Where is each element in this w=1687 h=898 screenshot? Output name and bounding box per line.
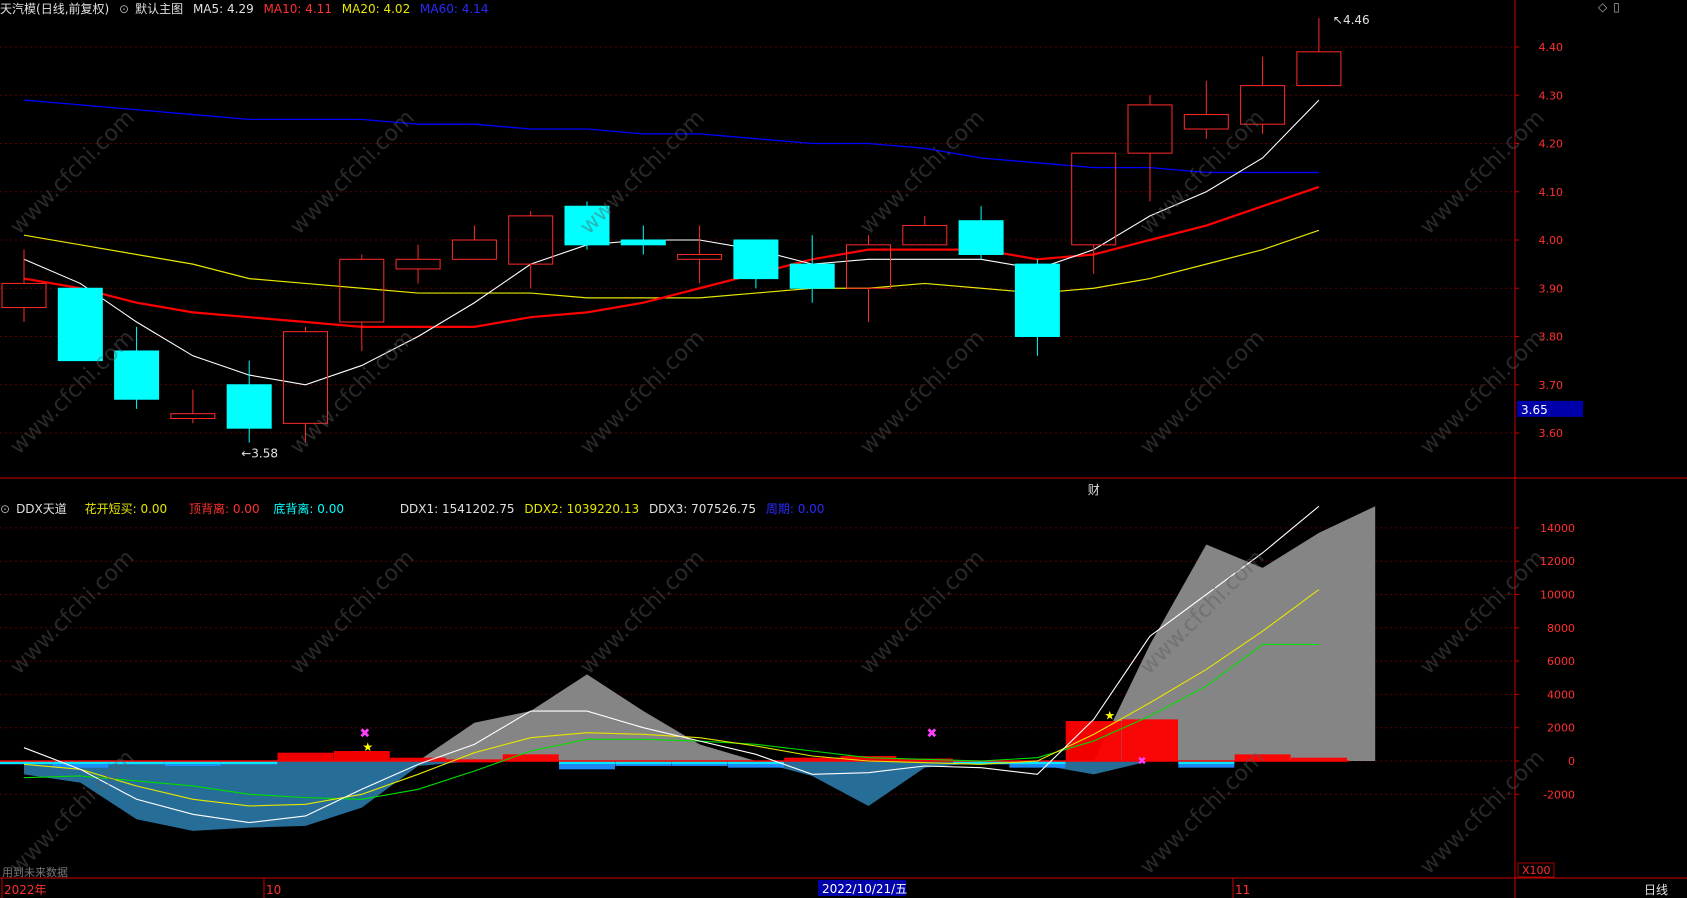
candle-body-up[interactable] <box>902 225 948 246</box>
buy-star-marker: ★ <box>362 740 373 754</box>
ddx2-label: DDX2: 1039220.13 <box>524 502 640 516</box>
candle-body-up[interactable] <box>1240 85 1286 125</box>
candle-body-up[interactable] <box>395 258 441 270</box>
price-tick-label: 4.30 <box>1539 89 1564 102</box>
hk-label: 花开短买: 0.00 <box>84 502 168 516</box>
candle-body-down[interactable] <box>733 239 779 280</box>
candle-body-up[interactable] <box>170 413 216 420</box>
other-label: 周期: 0.00 <box>765 502 825 516</box>
buy-star-marker: ★ <box>1104 708 1115 722</box>
divergence-marker: ✖ <box>926 727 937 742</box>
ddx-tick-label: 14000 <box>1540 522 1575 535</box>
ddx-toggle-icon[interactable]: ⊙ <box>0 502 10 516</box>
future-data-label: 用到未来数据 <box>2 865 68 879</box>
indicator-toggle-icon[interactable]: ⊙ <box>119 2 129 16</box>
candle-body-up[interactable] <box>339 258 385 323</box>
stock-name: 天汽模 <box>0 2 37 16</box>
ma60-label: MA60: 4.14 <box>420 2 489 16</box>
candle-body-down[interactable] <box>226 384 272 429</box>
candle-body-up[interactable] <box>677 253 723 260</box>
x-label-year: 2022年 <box>4 883 47 897</box>
candle-body-down[interactable] <box>114 350 160 400</box>
diamond-icon[interactable]: ◇ <box>1598 0 1607 14</box>
ddx-tick-label: 12000 <box>1540 555 1575 568</box>
ddx-bar <box>1122 719 1178 761</box>
low-price-marker: ←3.58 <box>241 447 278 461</box>
candle-body-up[interactable] <box>1296 51 1342 87</box>
candle-body-up[interactable] <box>1 282 47 309</box>
candle-body-down[interactable] <box>789 263 835 289</box>
ddx-negative-area <box>24 761 1376 831</box>
restore-icon[interactable]: ▯ <box>1613 0 1620 14</box>
finance-marker: 财 <box>1088 483 1100 497</box>
ma10-line <box>23 185 1320 328</box>
window-controls: ◇ ▯ <box>1598 0 1626 14</box>
candle-body-up[interactable] <box>1127 104 1173 154</box>
current-price-label: 3.65 <box>1521 403 1548 417</box>
price-tick-label: 3.90 <box>1539 282 1564 295</box>
price-tick-label: 3.80 <box>1539 331 1564 344</box>
price-tick-label: 4.20 <box>1539 138 1564 151</box>
ddx-tick-label: 2000 <box>1547 722 1575 735</box>
stock-chart[interactable]: 4.40 4.30 4.20 4.10 4.00 3.90 3.80 3.70 3.60 1400… <box>0 0 1687 898</box>
price-tick-label: 3.60 <box>1539 427 1564 440</box>
candle-body-down[interactable] <box>958 220 1004 255</box>
ddx1-label: DDX1: 1541202.75 <box>399 502 515 516</box>
price-tick-label: 4.00 <box>1539 234 1564 247</box>
ddx-tick-label: 0 <box>1568 755 1575 768</box>
ddx3-label: DDX3: 707526.75 <box>648 502 757 516</box>
period-label: (日线,前复权) <box>36 2 110 16</box>
ddx-bar <box>1234 754 1291 761</box>
high-price-marker: ↖4.46 <box>1333 13 1370 27</box>
ddx-tick-label: 8000 <box>1547 622 1575 635</box>
x-label-nov: 11 <box>1235 883 1250 897</box>
price-tick-label: 4.10 <box>1539 186 1564 199</box>
candle-body-up[interactable] <box>1183 114 1229 130</box>
candle-body-down[interactable] <box>57 287 103 362</box>
candle-body-up[interactable] <box>451 239 497 260</box>
main-chart-header: 天汽模(日线,前复权) ⊙ 默认主图 MA5: 4.29 MA10: 4.11 M… <box>0 0 494 17</box>
ma5-line <box>23 99 1320 386</box>
candle-body-down[interactable] <box>1014 263 1060 337</box>
price-tick-label: 3.70 <box>1539 379 1564 392</box>
ddx-tick-label: 6000 <box>1547 655 1575 668</box>
ddx-bar <box>277 752 334 761</box>
candle-body-down[interactable] <box>564 205 610 246</box>
scale-label: X100 <box>1522 864 1551 877</box>
candle-body-up[interactable] <box>283 331 328 424</box>
divergence-marker: ✖ <box>1137 754 1146 767</box>
ma60-line <box>23 99 1319 174</box>
ma5-label: MA5: 4.29 <box>192 2 254 16</box>
ddx-indicator-name[interactable]: DDX天道 <box>16 502 67 516</box>
x-label-date: 2022/10/21/五 <box>822 882 907 896</box>
top-divergence-label: 顶背离: 0.00 <box>189 502 260 516</box>
ddx-tick-label: 10000 <box>1540 589 1575 602</box>
candle-body-down[interactable] <box>620 239 666 246</box>
indicator-name[interactable]: 默认主图 <box>135 2 183 16</box>
ddx-header: ⊙ DDX天道 花开短买: 0.00 顶背离: 0.00 底背离: 0.00 DD… <box>0 500 830 517</box>
x-label-oct: 10 <box>266 883 281 897</box>
bottom-divergence-label: 底背离: 0.00 <box>273 502 344 516</box>
ma20-label: MA20: 4.02 <box>341 2 411 16</box>
period-button: 日线 <box>1644 883 1668 897</box>
ma10-label: MA10: 4.11 <box>263 2 332 16</box>
ddx-tick-label: 4000 <box>1547 688 1575 701</box>
ddx-tick-label: -2000 <box>1543 788 1575 801</box>
price-tick-label: 4.40 <box>1539 41 1564 54</box>
